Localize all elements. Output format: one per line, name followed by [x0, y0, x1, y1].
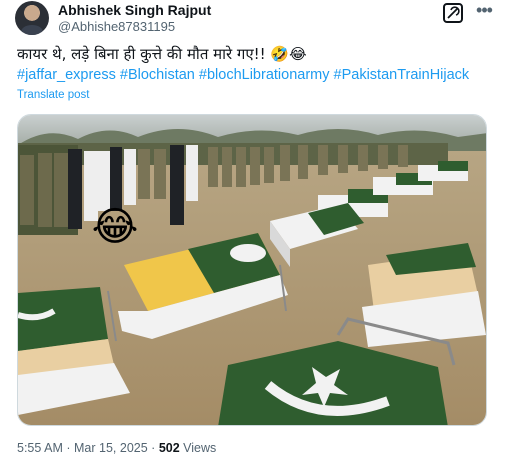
hashtag-link[interactable]: #blochLibrationarmy — [199, 67, 330, 83]
author-handle[interactable]: @Abhishe87831195 — [58, 19, 175, 34]
views-label: Views — [183, 441, 217, 455]
tweet-date[interactable]: Mar 15, 2025 — [74, 441, 148, 455]
coffins-photo: 😂 — [18, 115, 486, 425]
avatar[interactable] — [15, 1, 49, 35]
laughing-emoji: 😂 — [92, 205, 139, 249]
meta-separator: · — [66, 441, 71, 455]
more-icon: ••• — [476, 0, 493, 20]
tweet-image[interactable]: 😂 — [17, 114, 487, 426]
tweet-meta: 5:55 AM · Mar 15, 2025 · 502 Views — [17, 441, 216, 455]
views-count: 502 — [158, 441, 180, 455]
grok-button[interactable] — [443, 3, 463, 23]
translate-post-link[interactable]: Translate post — [17, 89, 89, 101]
meta-separator: · — [151, 441, 156, 455]
hashtag-link[interactable]: #jaffar_express — [17, 67, 116, 83]
more-button[interactable]: ••• — [473, 0, 495, 23]
hashtag-link[interactable]: #Blochistan — [120, 67, 195, 83]
hashtag-link[interactable]: #PakistanTrainHijack — [334, 67, 470, 83]
tweet-time[interactable]: 5:55 AM — [17, 441, 63, 455]
author-display-name[interactable]: Abhishek Singh Rajput — [58, 2, 211, 18]
tweet-text: कायर थे, लड़े बिना ही कुत्ते की मौत मारे… — [17, 45, 307, 63]
hashtag-list: #jaffar_express #Blochistan #blochLibrat… — [17, 67, 469, 83]
grok-icon — [447, 6, 460, 19]
